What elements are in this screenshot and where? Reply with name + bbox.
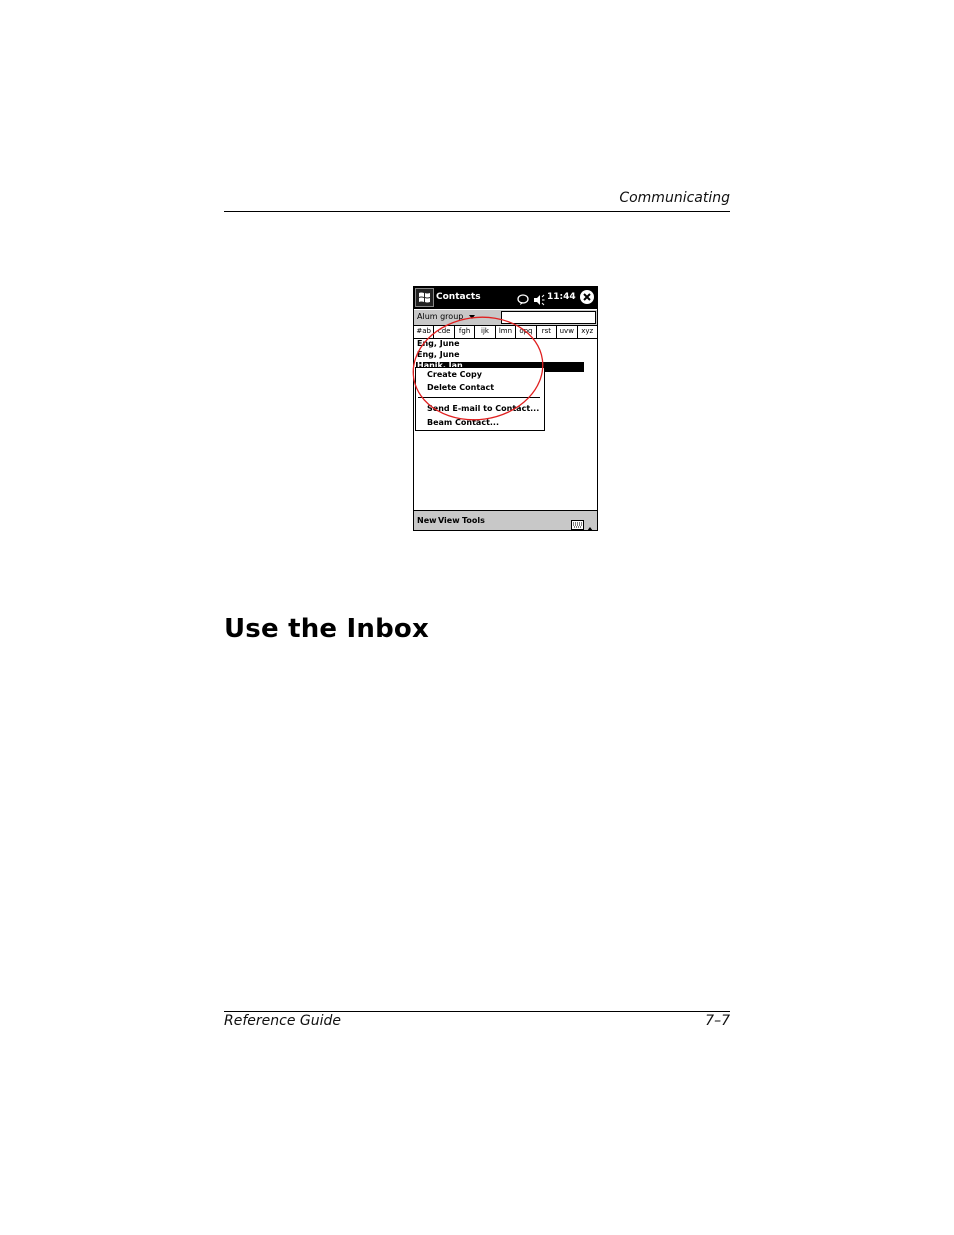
tab-letters[interactable]: rst	[537, 326, 558, 338]
clock-time[interactable]: 11:44	[547, 292, 576, 302]
tab-letters[interactable]: cde	[434, 326, 455, 338]
tab-letters[interactable]: uvw	[557, 326, 578, 338]
search-input[interactable]	[501, 311, 596, 324]
menu-item-send-email[interactable]: Send E-mail to Contact...	[427, 404, 539, 413]
triangle-up-icon[interactable]	[586, 517, 594, 530]
speaker-icon[interactable]	[533, 291, 545, 310]
triangle-down-icon	[468, 314, 475, 319]
menu-new[interactable]: New	[417, 516, 437, 525]
close-icon[interactable]	[580, 290, 594, 304]
menu-tools[interactable]: Tools	[462, 516, 485, 525]
tab-letters[interactable]: lmn	[496, 326, 517, 338]
menu-item-delete-contact[interactable]: Delete Contact	[427, 383, 494, 392]
footer-rule	[224, 1011, 730, 1012]
header-rule	[224, 211, 730, 212]
menu-separator	[418, 397, 540, 398]
command-bar: New View Tools	[414, 510, 597, 530]
menu-item-beam-contact[interactable]: Beam Contact...	[427, 418, 499, 427]
section-heading: Use the Inbox	[224, 614, 429, 644]
menu-view[interactable]: View	[438, 516, 460, 525]
category-label: Alum group	[417, 312, 464, 321]
tab-letters[interactable]: #ab	[414, 326, 435, 338]
tab-letters[interactable]: opq	[516, 326, 537, 338]
running-head: Communicating	[619, 190, 730, 206]
contact-row[interactable]: Eng, June	[417, 339, 460, 348]
app-title: Contacts	[436, 292, 481, 302]
tab-letters[interactable]: fgh	[455, 326, 476, 338]
speech-bubble-icon[interactable]	[517, 291, 529, 310]
windows-flag-icon[interactable]	[415, 288, 434, 307]
filter-row: Alum group	[414, 310, 597, 325]
title-bar: Contacts 11:44	[414, 287, 597, 309]
context-menu: Create Copy Delete Contact Send E-mail t…	[415, 367, 545, 431]
page-number: 7–7	[705, 1013, 730, 1029]
footer-title: Reference Guide	[224, 1013, 341, 1029]
tab-letters[interactable]: xyz	[578, 326, 597, 338]
menu-item-create-copy[interactable]: Create Copy	[427, 370, 482, 379]
device-screenshot: Contacts 11:44 Alum group #ab cde fgh ij…	[413, 286, 598, 531]
category-dropdown[interactable]: Alum group	[417, 312, 476, 321]
letter-tabs: #ab cde fgh ijk lmn opq rst uvw xyz	[414, 325, 597, 339]
contact-row[interactable]: Eng, June	[417, 350, 460, 359]
tab-letters[interactable]: ijk	[475, 326, 496, 338]
keyboard-icon[interactable]	[571, 515, 584, 530]
